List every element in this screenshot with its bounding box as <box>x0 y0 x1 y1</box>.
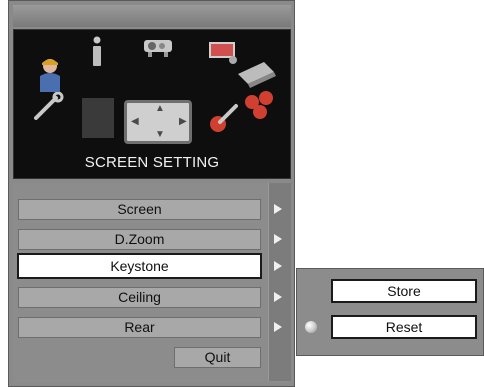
dark-square-icon[interactable] <box>82 98 114 138</box>
chevron-right-icon[interactable] <box>274 204 282 214</box>
chevron-right-icon[interactable] <box>274 261 282 271</box>
chevron-right-icon[interactable] <box>274 322 282 332</box>
quit-button[interactable]: Quit <box>174 347 261 368</box>
title-bar <box>13 5 291 27</box>
chevron-right-icon[interactable] <box>274 234 282 244</box>
menu-item-rear[interactable]: Rear <box>18 317 261 338</box>
section-title: SCREEN SETTING <box>84 154 220 171</box>
operator-icon[interactable] <box>34 54 66 94</box>
reset-button[interactable]: Reset <box>331 315 477 339</box>
menu-list: Screen D.Zoom Keystone Ceiling Rear Quit <box>13 183 291 383</box>
wrench-icon[interactable] <box>32 92 66 122</box>
menu-item-dzoom[interactable]: D.Zoom <box>18 229 261 250</box>
menu-item-screen[interactable]: Screen <box>18 199 261 220</box>
tools-icon[interactable] <box>206 102 240 136</box>
icon-area: ▲ ▼ ◀ ▶ SCREEN SETTING <box>13 29 291 179</box>
screen-setting-icon[interactable]: ▲ ▼ ◀ ▶ <box>124 100 192 144</box>
selection-bullet-icon <box>305 321 317 333</box>
arrow-column <box>268 183 291 381</box>
menu-item-ceiling[interactable]: Ceiling <box>18 287 261 308</box>
osd-main-panel: ▲ ▼ ◀ ▶ SCREEN SETTING Screen D.Zoom Key… <box>8 0 295 387</box>
projector-icon[interactable] <box>142 36 176 60</box>
chevron-right-icon[interactable] <box>274 292 282 302</box>
info-icon[interactable] <box>89 36 105 68</box>
keystone-submenu: Store Reset <box>296 268 484 356</box>
menu-item-keystone[interactable]: Keystone <box>17 253 262 279</box>
store-button[interactable]: Store <box>331 279 477 303</box>
